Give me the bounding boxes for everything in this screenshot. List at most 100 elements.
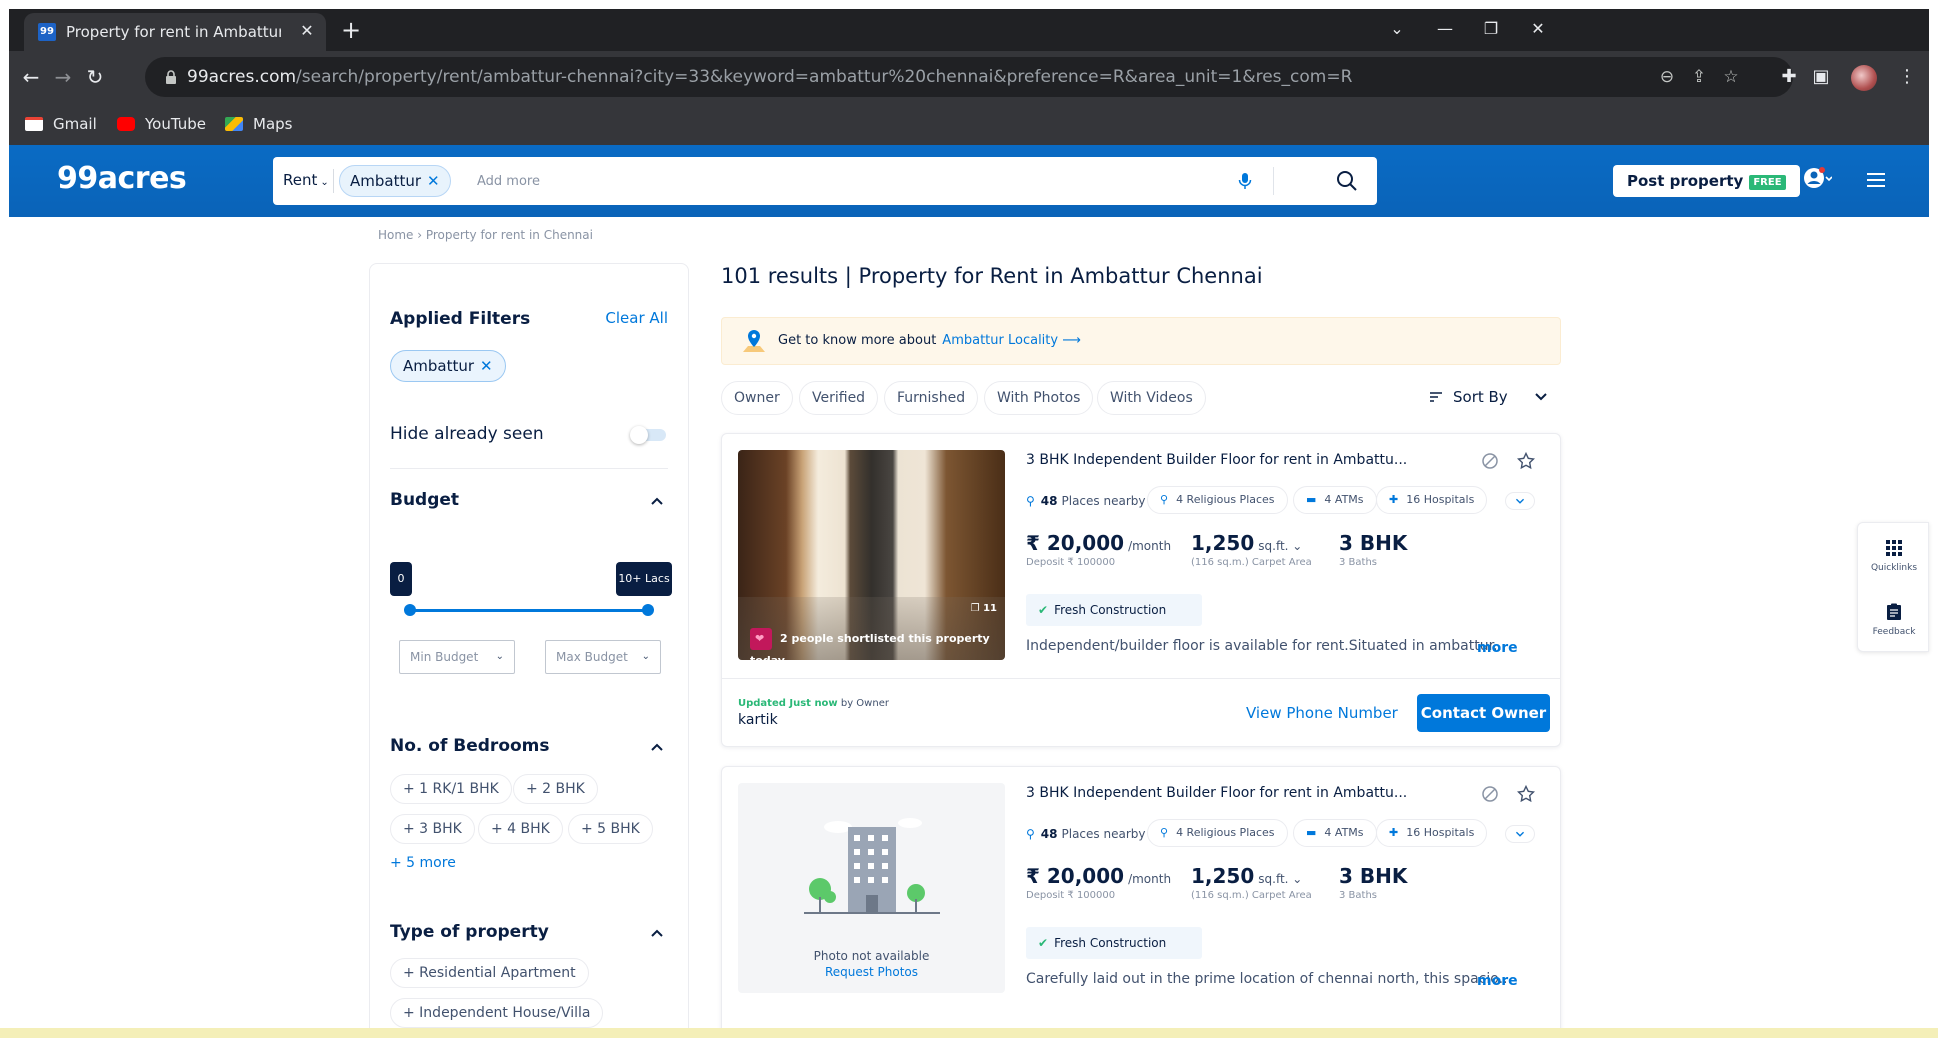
hide-listing-icon[interactable]: [1481, 785, 1499, 803]
share-icon[interactable]: ⇪: [1689, 67, 1709, 87]
listing-title[interactable]: 3 BHK Independent Builder Floor for rent…: [1026, 452, 1407, 468]
reload-icon[interactable]: ↻: [83, 65, 107, 89]
places-nearby[interactable]: ⚲ 48 Places nearby: [1026, 494, 1145, 508]
extensions-icon[interactable]: ✚: [1777, 65, 1801, 89]
request-photos-link[interactable]: Request Photos: [738, 965, 1005, 979]
user-account-icon[interactable]: [1802, 165, 1832, 191]
view-phone-link[interactable]: View Phone Number: [1246, 704, 1398, 722]
bedroom-chip-5bhk[interactable]: + 5 BHK: [568, 814, 653, 844]
close-window-icon[interactable]: ✕: [1526, 17, 1550, 41]
applied-filter-chip[interactable]: Ambattur ✕: [390, 350, 506, 382]
bookmark-youtube[interactable]: YouTube: [117, 115, 206, 135]
place-pin-icon: ⚲: [1160, 826, 1169, 839]
forward-icon[interactable]: →: [51, 65, 75, 89]
collapse-property-type-icon[interactable]: [650, 928, 664, 938]
places-nearby[interactable]: ⚲ 48 Places nearby: [1026, 827, 1145, 841]
hamburger-menu-icon[interactable]: [1865, 171, 1887, 189]
listing-card[interactable]: ❐ 11 2 people shortlisted this property …: [721, 433, 1561, 747]
site-logo[interactable]: 99acres: [57, 161, 187, 196]
browser-toolbar: ← → ↻ 99acres.com/search/property/rent/a…: [9, 51, 1929, 103]
amenity-religious[interactable]: ⚲ 4 Religious Places: [1147, 819, 1288, 847]
search-input[interactable]: [477, 169, 1177, 193]
listing-title[interactable]: 3 BHK Independent Builder Floor for rent…: [1026, 785, 1407, 801]
search-location-chip[interactable]: Ambattur ✕: [339, 165, 451, 197]
collapse-bedrooms-icon[interactable]: [650, 742, 664, 752]
listing-photo-placeholder: Photo not available Request Photos: [738, 783, 1005, 993]
quick-filter-verified[interactable]: Verified: [799, 381, 879, 415]
bedrooms-more-link[interactable]: + 5 more: [390, 855, 456, 871]
amenity-hospitals[interactable]: ✚ 16 Hospitals: [1376, 819, 1488, 847]
listing-area[interactable]: 1,250 sq.ft. ⌄: [1191, 864, 1302, 888]
sort-chevron-down-icon[interactable]: [1534, 392, 1548, 402]
read-more-link[interactable]: more: [1477, 640, 1518, 656]
sort-by-dropdown[interactable]: Sort By: [1429, 388, 1508, 406]
amenity-atms[interactable]: ▬ 4 ATMs: [1293, 819, 1377, 847]
remove-filter-icon[interactable]: ✕: [480, 357, 493, 375]
atm-card-icon: ▬: [1306, 493, 1317, 506]
back-icon[interactable]: ←: [19, 65, 43, 89]
shortlist-star-icon[interactable]: [1517, 785, 1535, 803]
zoom-icon[interactable]: ⊖: [1657, 67, 1677, 87]
hide-listing-icon[interactable]: [1481, 452, 1499, 470]
address-bar[interactable]: 99acres.com/search/property/rent/ambattu…: [145, 57, 1793, 97]
location-pin-icon: ⚲: [1026, 827, 1035, 841]
tab-search-icon[interactable]: ⌄: [1385, 17, 1409, 41]
amenity-hospitals[interactable]: ✚ 16 Hospitals: [1376, 486, 1488, 514]
amenity-atms[interactable]: ▬ 4 ATMs: [1293, 486, 1377, 514]
clipboard-icon: [1887, 603, 1901, 620]
feedback-button[interactable]: Feedback: [1858, 603, 1930, 637]
mic-icon[interactable]: [1235, 171, 1255, 191]
listing-area[interactable]: 1,250 sq.ft. ⌄: [1191, 531, 1302, 555]
breadcrumb[interactable]: Home › Property for rent in Chennai: [378, 228, 593, 242]
property-type-chip-apartment[interactable]: + Residential Apartment: [390, 958, 589, 988]
restore-icon[interactable]: ❐: [1479, 17, 1503, 41]
read-more-link[interactable]: more: [1477, 973, 1518, 989]
bookmark-gmail[interactable]: Gmail: [25, 115, 97, 135]
clear-all-link[interactable]: Clear All: [605, 309, 668, 327]
budget-max-handle[interactable]: [642, 604, 654, 616]
listing-photo[interactable]: ❐ 11 2 people shortlisted this property …: [738, 450, 1005, 660]
post-property-button[interactable]: Post property FREE: [1613, 165, 1800, 197]
tab-close-icon[interactable]: ✕: [297, 21, 317, 41]
hospital-icon: ✚: [1389, 826, 1399, 839]
listing-card[interactable]: Photo not available Request Photos 3 BHK…: [721, 766, 1561, 1038]
budget-min-handle[interactable]: [404, 604, 416, 616]
amenity-religious[interactable]: ⚲ 4 Religious Places: [1147, 486, 1288, 514]
quick-filter-owner[interactable]: Owner: [721, 381, 793, 415]
bedroom-chip-3bhk[interactable]: + 3 BHK: [390, 814, 475, 844]
tab-title: Property for rent in Ambattur Ch: [66, 23, 281, 41]
listing-baths: 3 Baths: [1339, 890, 1377, 901]
property-type-chip-house[interactable]: + Independent House/Villa: [390, 998, 604, 1028]
listing-price: ₹ 20,000/month: [1026, 864, 1172, 888]
chrome-menu-icon[interactable]: ⋮: [1895, 65, 1919, 89]
min-budget-select[interactable]: Min Budget ⌄: [399, 640, 515, 674]
bookmark-maps[interactable]: Maps: [225, 115, 292, 135]
bedroom-chip-1rk[interactable]: + 1 RK/1 BHK: [390, 774, 512, 804]
shortlist-star-icon[interactable]: [1517, 452, 1535, 470]
quick-filter-videos[interactable]: With Videos: [1097, 381, 1206, 415]
minimize-icon[interactable]: —: [1433, 17, 1457, 41]
side-panel-icon[interactable]: ▣: [1809, 65, 1833, 89]
quicklinks-button[interactable]: Quicklinks: [1858, 539, 1930, 573]
hide-seen-toggle[interactable]: [630, 426, 666, 444]
budget-slider-track[interactable]: [410, 609, 648, 612]
atm-card-icon: ▬: [1306, 826, 1317, 839]
locality-link[interactable]: Ambattur Locality ⟶: [942, 333, 1081, 348]
updated-info: Updated Just now by Owner: [738, 698, 889, 709]
collapse-budget-icon[interactable]: [650, 496, 664, 506]
contact-owner-button[interactable]: Contact Owner: [1417, 694, 1550, 732]
search-type-dropdown[interactable]: Rent ⌄: [283, 171, 329, 189]
bookmark-star-icon[interactable]: ☆: [1721, 67, 1741, 87]
bedroom-chip-4bhk[interactable]: + 4 BHK: [478, 814, 563, 844]
expand-amenities-icon[interactable]: [1505, 825, 1535, 843]
new-tab-icon[interactable]: +: [339, 18, 363, 43]
profile-avatar[interactable]: [1851, 65, 1877, 91]
bedroom-chip-2bhk[interactable]: + 2 BHK: [513, 774, 598, 804]
browser-tab[interactable]: 99 Property for rent in Ambattur Ch ✕: [24, 13, 326, 51]
remove-chip-icon[interactable]: ✕: [427, 172, 440, 190]
search-icon[interactable]: [1335, 169, 1359, 193]
quick-filter-photos[interactable]: With Photos: [984, 381, 1094, 415]
expand-amenities-icon[interactable]: [1505, 492, 1535, 510]
max-budget-select[interactable]: Max Budget ⌄: [545, 640, 661, 674]
quick-filter-furnished[interactable]: Furnished: [884, 381, 979, 415]
